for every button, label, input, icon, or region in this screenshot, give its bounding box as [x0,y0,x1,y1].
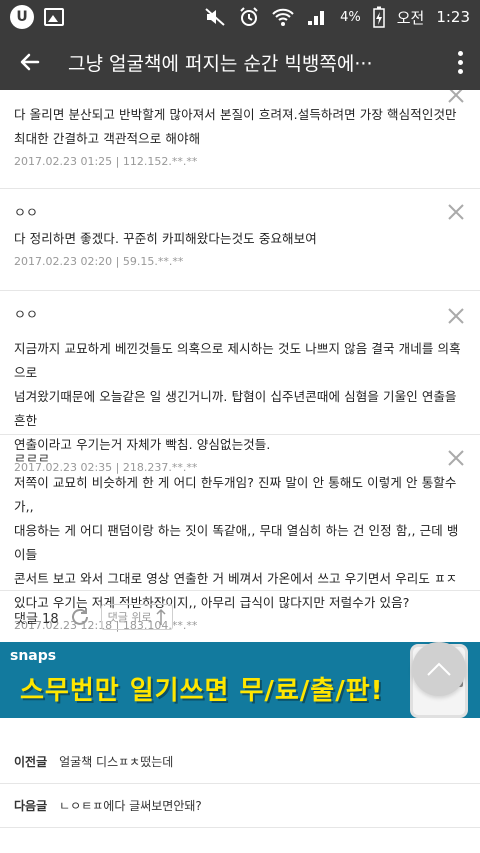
comment-meta: 2017.02.23 01:25 | 112.152.**.** [14,155,198,168]
chevron-up-icon [427,662,451,676]
comment-item: ㅇㅇ 다 정리하면 좋겠다. 꾸준히 카피해왔다는것도 중요해보여 2017.0… [0,202,480,268]
scroll-top-button[interactable] [412,642,466,696]
comment-item: 다 올리면 분산되고 반박할게 많아져서 본질이 흐려져.설득하려면 가장 핵심… [0,90,480,168]
ad-text: 스무번만 일기쓰면 무/료/출/판! [20,676,384,706]
wifi-icon [272,6,294,28]
next-label: 다음글 [14,799,48,813]
back-button[interactable] [0,34,60,90]
comment-author: ㄹㄹㄹ [14,452,50,467]
divider [0,290,480,291]
comment-text: 최대한 간결하고 객관적으로 해야해 [14,131,201,146]
comment-count: 댓글 18 [14,611,59,627]
comment-text: 대응하는 게 어디 팬덤이랑 하는 짓이 똑같애,, 무대 열심히 하는 건 인… [14,523,459,562]
comment-text: 다 정리하면 좋겠다. 꾸준히 카피해왔다는것도 중요해보여 [14,231,317,246]
prev-post-link[interactable]: 이전글 얼굴책 디스ㅍㅊ떴는데 [14,753,173,770]
refresh-icon[interactable] [69,606,91,628]
prev-title: 얼굴책 디스ㅍㅊ떴는데 [59,755,174,769]
comment-ip: 59.15.**.** [122,255,184,268]
app-bar: 그냥 얼굴책에 퍼지는 순간 빅뱅쪽에··· [0,34,480,90]
comment-author: ㅇㅇ [14,206,38,221]
divider [0,783,480,784]
comment-date: 2017.02.23 01:25 [14,155,113,168]
signal-icon [306,6,328,28]
divider [0,590,480,591]
mute-icon [204,6,226,28]
divider [0,434,480,435]
next-title: ㄴㅇㅌㅍ에다 글써보면안돼? [59,799,202,813]
arrow-up-icon [156,608,166,625]
comments-up-button[interactable]: 댓글 위로 [100,604,173,630]
close-icon[interactable] [446,90,466,105]
ad-logo: snaps [10,648,57,664]
gallery-notification-icon [44,8,64,26]
post-content[interactable]: 다 올리면 분산되고 반박할게 많아져서 본질이 흐려져.설득하려면 가장 핵심… [0,90,480,853]
more-options-button[interactable] [440,34,480,90]
comment-author: ㅇㅇ [14,308,38,323]
battery-icon [372,6,385,28]
back-arrow-icon [20,53,40,71]
prev-label: 이전글 [14,755,48,769]
comment-count-row: 댓글 18 댓글 위로 [14,604,173,630]
comment-meta: 2017.02.23 02:20 | 59.15.**.** [14,255,184,268]
page-title: 그냥 얼굴책에 퍼지는 순간 빅뱅쪽에··· [68,52,373,75]
comment-text: 저쪽이 교묘히 비슷하게 한 게 어디 한두개임? 진짜 말이 안 통해도 이렇… [14,475,457,514]
status-time: 1:23 [436,8,470,26]
alarm-icon [238,6,260,28]
close-icon[interactable] [446,202,466,222]
comment-text: 지금까지 교묘하게 베낀것들도 의혹으로 제시하는 것도 나쁘지 않음 결국 개… [14,341,461,380]
comment-text: 다 올리면 분산되고 반박할게 많아져서 본질이 흐려져.설득하려면 가장 핵심… [14,107,457,122]
status-ampm: 오전 [396,8,425,27]
divider [0,827,480,828]
close-icon[interactable] [446,448,466,468]
comment-ip: 112.152.**.** [122,155,198,168]
comment-text: 콘서트 보고 와서 그대로 영상 연출한 거 베껴서 가온에서 쓰고 우기면서 … [14,571,458,586]
status-bar: U 4% 오전 1:23 [0,0,480,34]
comment-date: 2017.02.23 02:20 [14,255,113,268]
next-post-link[interactable]: 다음글 ㄴㅇㅌㅍ에다 글써보면안돼? [14,797,202,814]
more-vert-icon [457,50,463,56]
divider [0,188,480,189]
battery-percent: 4% [340,9,361,25]
comment-text: 넘겨왔기때문에 오늘같은 일 생긴거니까. 탑혐이 십주년콘때에 심혐을 기울인… [14,389,457,428]
ad-banner[interactable]: snaps 스무번만 일기쓰면 무/료/출/판! [0,642,480,718]
app-notification-icon: U [10,5,34,29]
close-icon[interactable] [446,306,466,326]
comments-up-label: 댓글 위로 [107,611,152,624]
